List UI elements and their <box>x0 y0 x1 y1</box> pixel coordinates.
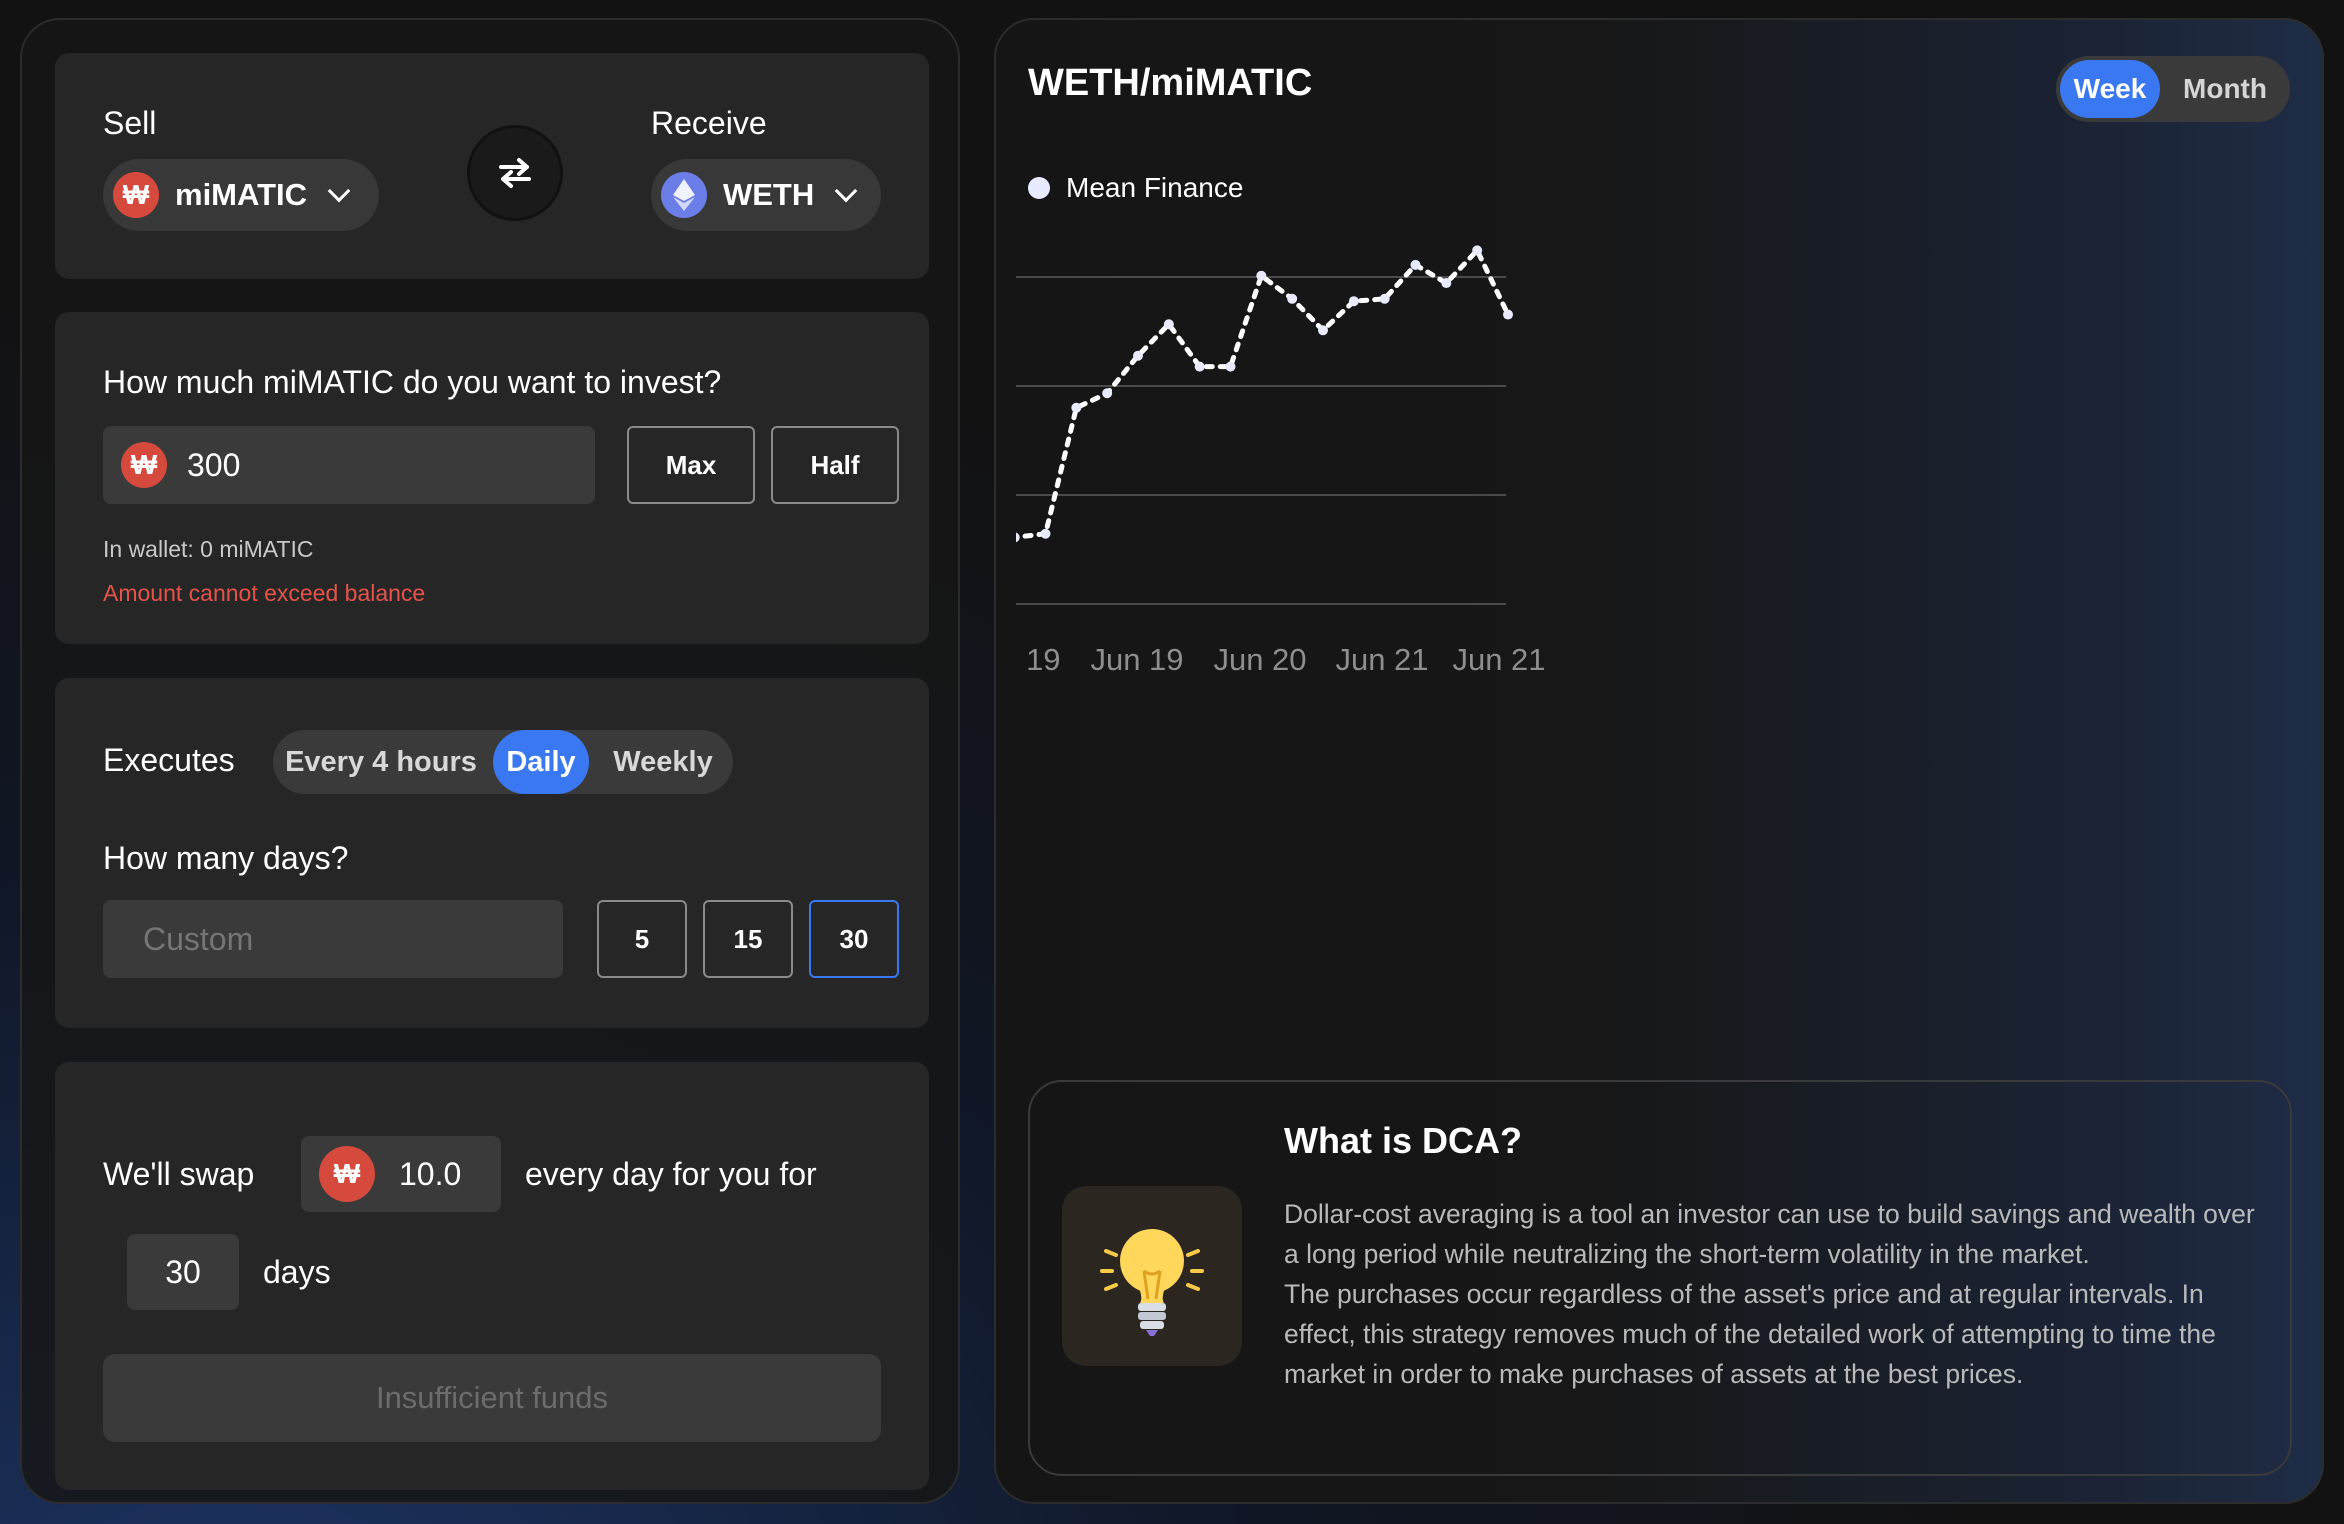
dca-body: Dollar-cost averaging is a tool an inves… <box>1284 1199 2255 1389</box>
max-button[interactable]: Max <box>627 426 755 504</box>
executes-label: Executes <box>103 742 235 778</box>
data-point <box>1194 361 1205 372</box>
sell-label: Sell <box>103 105 157 141</box>
data-point <box>1102 388 1113 399</box>
summary-middle: every day for you for <box>525 1156 817 1192</box>
data-point <box>1016 532 1020 543</box>
range-option-month[interactable]: Month <box>2166 60 2284 118</box>
mimatic-logo-icon: ₩ <box>113 172 159 218</box>
dca-title: What is DCA? <box>1284 1120 1522 1161</box>
data-point <box>1071 402 1082 413</box>
weth-logo-icon <box>661 172 707 218</box>
x-tick-label: Jun 19 <box>1016 642 1061 677</box>
price-chart: 126011701080990900Jun 14Jun 18Jun 19Jun … <box>1016 245 1546 677</box>
swap-amount-value: 10.0 <box>399 1155 462 1192</box>
lightbulb-icon <box>1100 1229 1204 1336</box>
legend-dot <box>1028 177 1050 199</box>
chart-panel: WETH/miMATIC Week Month Mean Finance 126… <box>994 18 2324 1504</box>
dca-info-box: What is DCA? Dollar-cost averaging is a … <box>1028 1080 2292 1476</box>
chart-legend: Mean Finance <box>1028 172 1243 204</box>
insufficient-funds-button[interactable]: Insufficient funds <box>103 1354 881 1442</box>
sell-token-name: miMATIC <box>175 177 308 212</box>
range-toggle: Week Month <box>2056 56 2290 122</box>
amount-card: How much miMATIC do you want to invest? … <box>55 312 929 644</box>
receive-token-selector[interactable]: WETH <box>651 159 881 231</box>
frequency-option-daily[interactable]: Daily <box>493 730 589 794</box>
data-point <box>1040 528 1051 539</box>
summary-suffix: days <box>263 1254 331 1290</box>
mimatic-logo-icon: ₩ <box>121 442 167 488</box>
chevron-down-icon <box>834 179 858 203</box>
data-point <box>1318 325 1328 336</box>
data-point <box>1163 319 1174 330</box>
data-point <box>1410 259 1421 270</box>
receive-token-name: WETH <box>723 177 815 212</box>
half-button[interactable]: Half <box>771 426 899 504</box>
frequency-option-every-4-hours[interactable]: Every 4 hours <box>273 730 489 794</box>
data-point <box>1287 293 1298 304</box>
data-point <box>1133 350 1143 361</box>
lightbulb-icon-container <box>1062 1186 1242 1366</box>
pair-title: WETH/miMATIC <box>1028 62 1313 104</box>
x-tick-label: Jun 20 <box>1213 642 1306 677</box>
summary-card: We'll swap ₩ 10.0 every day for you for … <box>55 1062 929 1490</box>
amount-error: Amount cannot exceed balance <box>103 580 426 606</box>
data-point <box>1503 309 1513 320</box>
receive-label: Receive <box>651 105 767 141</box>
swap-panel: Sell ₩ miMATIC Receive WETH How much miM… <box>20 18 960 1504</box>
data-point <box>1348 296 1359 307</box>
x-tick-label: Jun 19 <box>1090 642 1183 677</box>
series-line-mean-finance <box>1016 245 1511 540</box>
data-point <box>1472 245 1483 256</box>
days-option-30[interactable]: 30 <box>809 900 899 978</box>
days-question: How many days? <box>103 840 349 876</box>
token-selection-card: Sell ₩ miMATIC Receive WETH <box>55 53 929 279</box>
range-option-week[interactable]: Week <box>2060 60 2160 118</box>
chevron-down-icon <box>327 179 351 203</box>
wallet-balance: In wallet: 0 miMATIC <box>103 536 314 562</box>
amount-input[interactable]: ₩ 300 <box>103 426 595 504</box>
swap-days-value: 30 <box>165 1253 201 1290</box>
custom-days-input[interactable] <box>103 900 563 978</box>
data-point <box>1225 361 1236 372</box>
days-option-15[interactable]: 15 <box>703 900 793 978</box>
data-point <box>1441 278 1452 289</box>
swap-arrows-icon <box>499 158 531 188</box>
data-point <box>1256 270 1267 281</box>
frequency-selector: Every 4 hours Daily Weekly <box>273 730 733 794</box>
amount-value: 300 <box>187 446 241 483</box>
days-option-5[interactable]: 5 <box>597 900 687 978</box>
x-tick-label: Jun 21 <box>1335 642 1428 677</box>
mimatic-logo-icon: ₩ <box>319 1146 375 1202</box>
x-tick-label: Jun 21 <box>1452 642 1545 677</box>
sell-token-selector[interactable]: ₩ miMATIC <box>103 159 379 231</box>
swap-tokens-button[interactable] <box>467 125 563 221</box>
frequency-option-weekly[interactable]: Weekly <box>593 730 733 794</box>
invest-question: How much miMATIC do you want to invest? <box>103 364 722 400</box>
summary-prefix: We'll swap <box>103 1156 255 1192</box>
swap-amount-display: ₩ 10.0 <box>301 1136 501 1212</box>
data-point <box>1379 293 1390 304</box>
legend-series-name: Mean Finance <box>1066 172 1244 203</box>
frequency-card: Executes Every 4 hours Daily Weekly How … <box>55 678 929 1028</box>
swap-days-display: 30 <box>127 1234 239 1310</box>
